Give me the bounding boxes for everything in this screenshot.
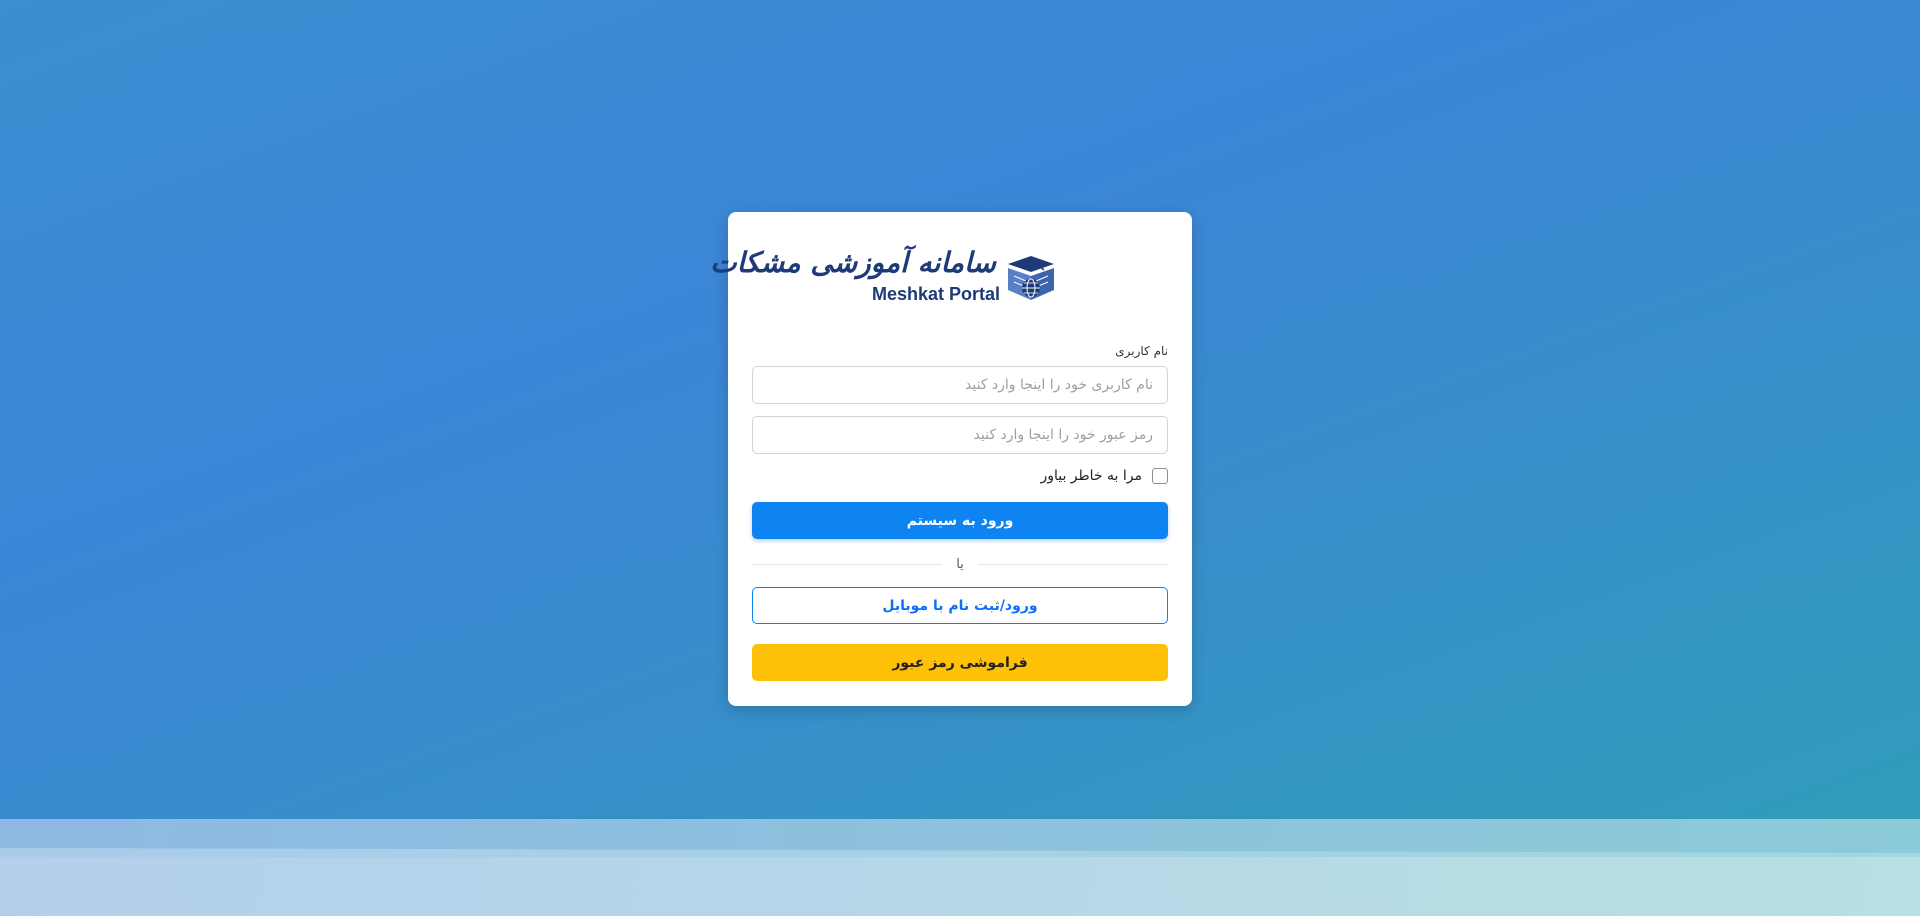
divider-line xyxy=(752,563,943,565)
graduation-cap-globe-icon xyxy=(1008,256,1054,300)
logo-persian-text: سامانه آموزشی مشکات xyxy=(710,246,996,279)
login-button[interactable]: ورود به سیستم xyxy=(752,502,1168,539)
remember-me-label: مرا به خاطر بیاور xyxy=(1040,468,1142,484)
username-input[interactable] xyxy=(752,366,1168,404)
login-card: سامانه آموزشی مشکات Meshkat Portal نام ک… xyxy=(710,212,1192,706)
or-text: یا xyxy=(956,556,964,572)
logo-english-text: Meshkat Portal xyxy=(871,284,1000,304)
forgot-password-button[interactable]: فراموشی رمز عبور xyxy=(752,644,1168,681)
username-label: نام کاربری xyxy=(1115,344,1168,358)
password-input[interactable] xyxy=(752,416,1168,454)
remember-me-checkbox[interactable] xyxy=(1152,468,1168,484)
or-divider: یا xyxy=(752,553,1168,575)
meshkat-logo: سامانه آموزشی مشکات Meshkat Portal xyxy=(710,236,1168,334)
mobile-login-button[interactable]: ورود/ثبت نام با موبایل xyxy=(752,587,1168,624)
remember-me-row[interactable]: مرا به خاطر بیاور xyxy=(752,464,1168,488)
divider-line xyxy=(977,563,1168,565)
background-wave-band xyxy=(0,819,1920,916)
